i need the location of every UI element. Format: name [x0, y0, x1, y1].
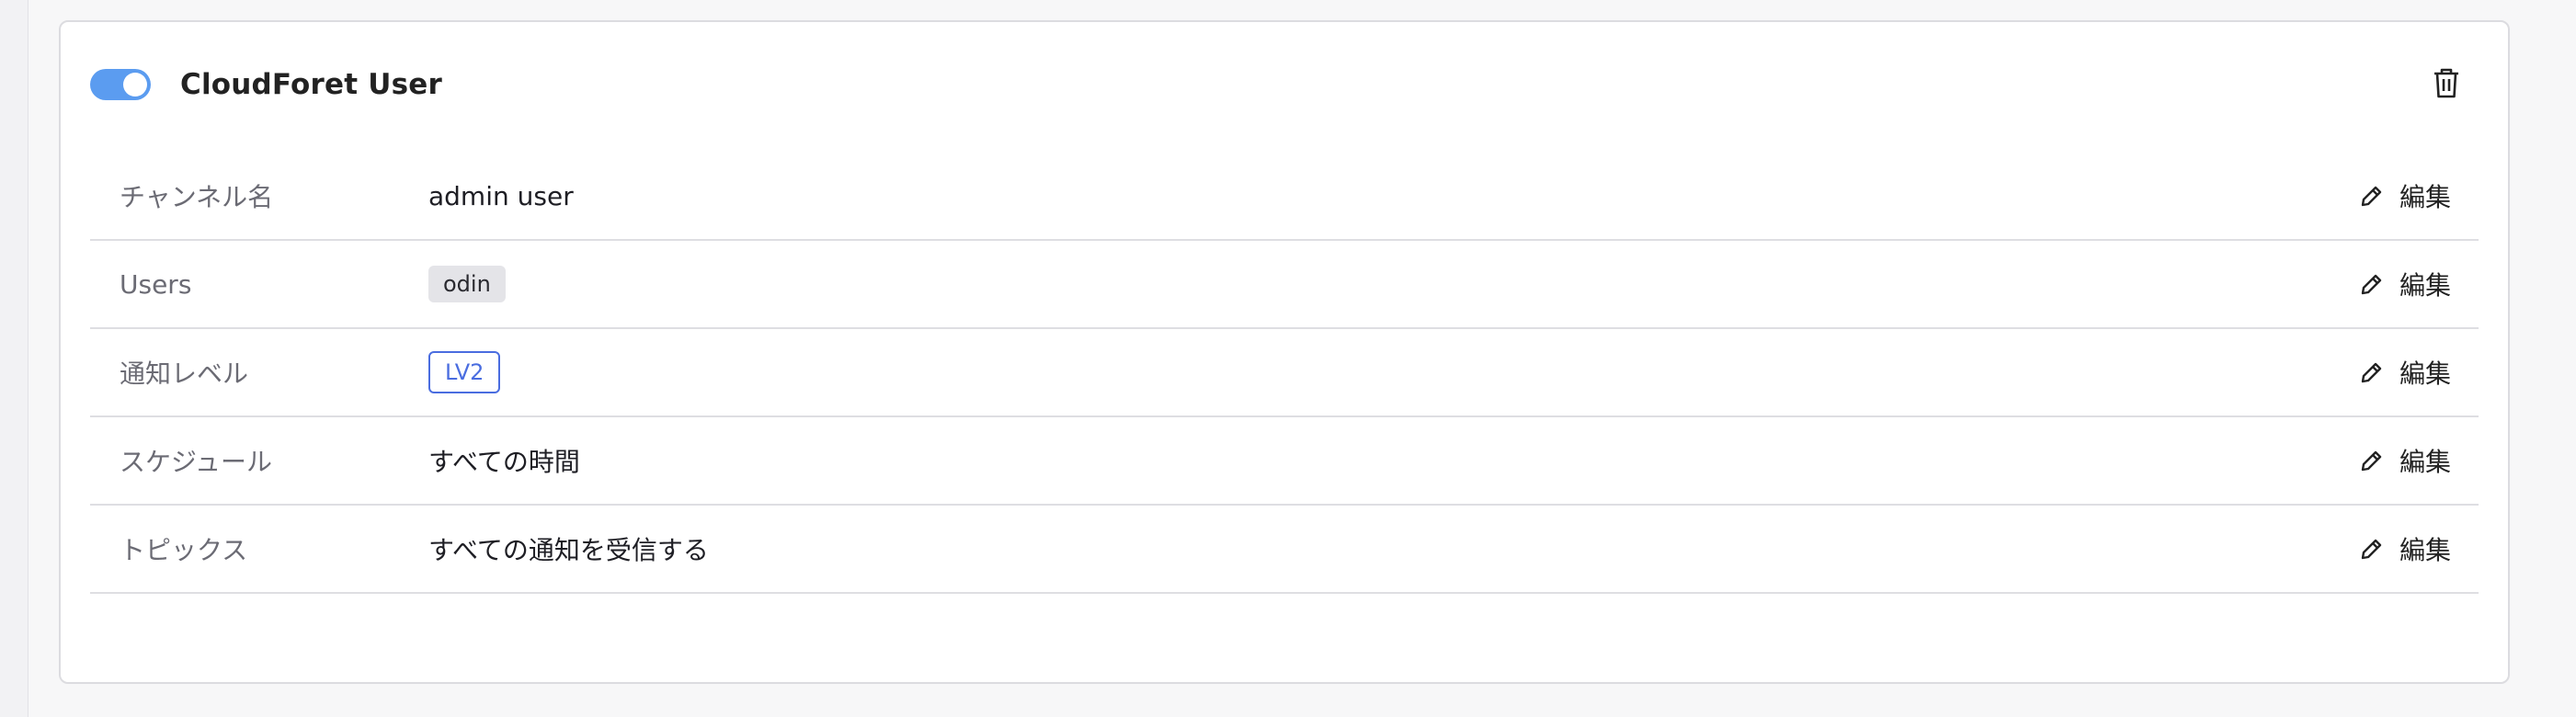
- edit-topics-button[interactable]: 編集: [2359, 530, 2451, 567]
- row-label: 通知レベル: [120, 358, 249, 389]
- edit-channel-name-button[interactable]: 編集: [2359, 177, 2451, 214]
- notification-level-value: LV2: [428, 351, 501, 393]
- row-label: スケジュール: [120, 447, 273, 477]
- edit-label: 編集: [2399, 270, 2451, 301]
- row-channel-name: チャンネル名 admin user 編集: [90, 153, 2479, 241]
- delete-channel-button[interactable]: [2423, 62, 2469, 108]
- pencil-icon: [2359, 448, 2385, 473]
- row-label: トピックス: [120, 535, 248, 565]
- level-badge: LV2: [428, 351, 501, 393]
- pencil-icon: [2359, 183, 2385, 209]
- row-notification-level: 通知レベル LV2 編集: [90, 329, 2479, 417]
- left-sidebar-edge: [0, 0, 28, 717]
- edit-notification-level-button[interactable]: 編集: [2359, 354, 2451, 391]
- topics-value: すべての通知を受信する: [428, 535, 709, 565]
- channel-card-header: CloudForet User: [90, 59, 2479, 110]
- row-users: Users odin 編集: [90, 241, 2479, 329]
- edit-schedule-button[interactable]: 編集: [2359, 442, 2451, 479]
- row-label: チャンネル名: [120, 182, 274, 212]
- edit-label: 編集: [2399, 182, 2451, 212]
- pencil-icon: [2359, 536, 2385, 562]
- channel-enable-toggle[interactable]: [90, 69, 151, 100]
- user-tag: odin: [428, 266, 506, 302]
- channel-name-value: admin user: [428, 180, 574, 211]
- pencil-icon: [2359, 359, 2385, 385]
- edit-label: 編集: [2399, 535, 2451, 565]
- schedule-value: すべての時間: [428, 447, 580, 477]
- edit-label: 編集: [2399, 447, 2451, 477]
- notification-channel-page: CloudForet User チャンネル名 admin user 編集 Use…: [0, 0, 2576, 717]
- toggle-knob: [123, 73, 147, 97]
- channel-detail-rows: チャンネル名 admin user 編集 Users odin 編集 通知レベル…: [90, 153, 2479, 594]
- row-label: Users: [120, 268, 192, 300]
- edit-users-button[interactable]: 編集: [2359, 266, 2451, 302]
- trash-icon: [2433, 67, 2460, 102]
- pencil-icon: [2359, 271, 2385, 297]
- edit-label: 編集: [2399, 358, 2451, 389]
- row-schedule: スケジュール すべての時間 編集: [90, 417, 2479, 506]
- channel-card: CloudForet User チャンネル名 admin user 編集 Use…: [59, 20, 2510, 684]
- row-topics: トピックス すべての通知を受信する 編集: [90, 506, 2479, 594]
- channel-title: CloudForet User: [180, 68, 443, 101]
- users-value: odin: [428, 266, 506, 302]
